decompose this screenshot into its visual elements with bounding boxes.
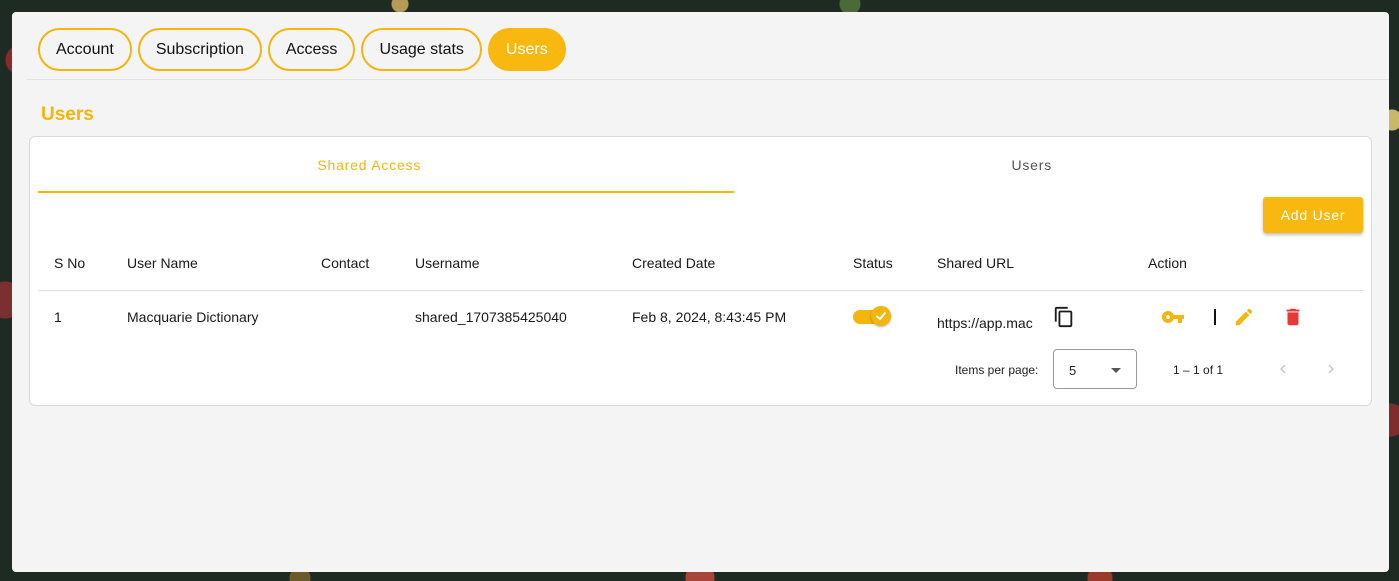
cell-user-name: Macquarie Dictionary: [127, 309, 259, 325]
top-tabs: Account Subscription Access Usage stats …: [38, 28, 566, 71]
previous-page-button[interactable]: [1271, 357, 1295, 381]
users-card: Shared Access Users Add User S No User N…: [29, 136, 1372, 406]
next-page-button[interactable]: [1319, 357, 1343, 381]
check-icon: [876, 312, 886, 320]
paginator: Items per page: 5 1 – 1 of 1: [38, 343, 1363, 395]
main-panel: Account Subscription Access Usage stats …: [12, 12, 1389, 572]
cell-created-date: Feb 8, 2024, 8:43:45 PM: [632, 309, 787, 325]
subtab-users[interactable]: Users: [701, 137, 1364, 193]
chevron-left-icon: [1280, 364, 1286, 374]
header-contact: Contact: [321, 254, 370, 271]
page-size-value: 5: [1069, 363, 1077, 378]
header-s-no: S No: [54, 254, 86, 271]
chevron-right-icon: [1328, 364, 1334, 374]
table-header: S No User Name Contact Username Created …: [38, 235, 1363, 291]
top-tabs-divider: [26, 79, 1389, 80]
tab-subscription[interactable]: Subscription: [137, 28, 262, 71]
key-button[interactable]: [1160, 305, 1186, 329]
copy-url-button[interactable]: [1052, 305, 1076, 329]
header-action: Action: [1148, 254, 1187, 271]
subtab-shared-access[interactable]: Shared Access: [38, 137, 701, 193]
page-title: Users: [41, 104, 94, 125]
header-username: Username: [415, 254, 480, 271]
cell-s-no: 1: [54, 309, 62, 325]
items-per-page-label: Items per page:: [955, 363, 1039, 377]
delete-button[interactable]: [1281, 305, 1305, 329]
chevron-down-icon: [1111, 368, 1121, 373]
status-toggle-knob: [871, 306, 891, 326]
pencil-icon: [1235, 308, 1253, 326]
cell-username: shared_1707385425040: [415, 309, 567, 325]
active-subtab-indicator: [38, 191, 734, 193]
tab-account[interactable]: Account: [38, 28, 132, 71]
cell-shared-url: https://app.mac: [937, 315, 1033, 331]
trash-icon: [1286, 308, 1300, 326]
key-icon: [1162, 311, 1184, 323]
header-user-name: User Name: [127, 254, 198, 271]
page-size-select[interactable]: 5: [1053, 349, 1137, 389]
copy-icon: [1054, 306, 1073, 328]
tab-usage-stats[interactable]: Usage stats: [361, 28, 482, 71]
header-status: Status: [853, 254, 893, 271]
edit-button[interactable]: [1232, 305, 1256, 329]
status-toggle[interactable]: [853, 306, 891, 326]
table-row: 1 Macquarie Dictionary shared_1707385425…: [38, 291, 1363, 343]
header-created-date: Created Date: [632, 254, 716, 271]
tab-users[interactable]: Users: [487, 28, 566, 71]
action-divider: [1214, 309, 1216, 325]
header-shared-url: Shared URL: [937, 254, 1015, 271]
sub-tabs: Shared Access Users: [38, 137, 1363, 193]
page-range-label: 1 – 1 of 1: [1173, 363, 1224, 377]
add-user-button[interactable]: Add User: [1263, 197, 1363, 233]
tab-access[interactable]: Access: [267, 28, 356, 71]
